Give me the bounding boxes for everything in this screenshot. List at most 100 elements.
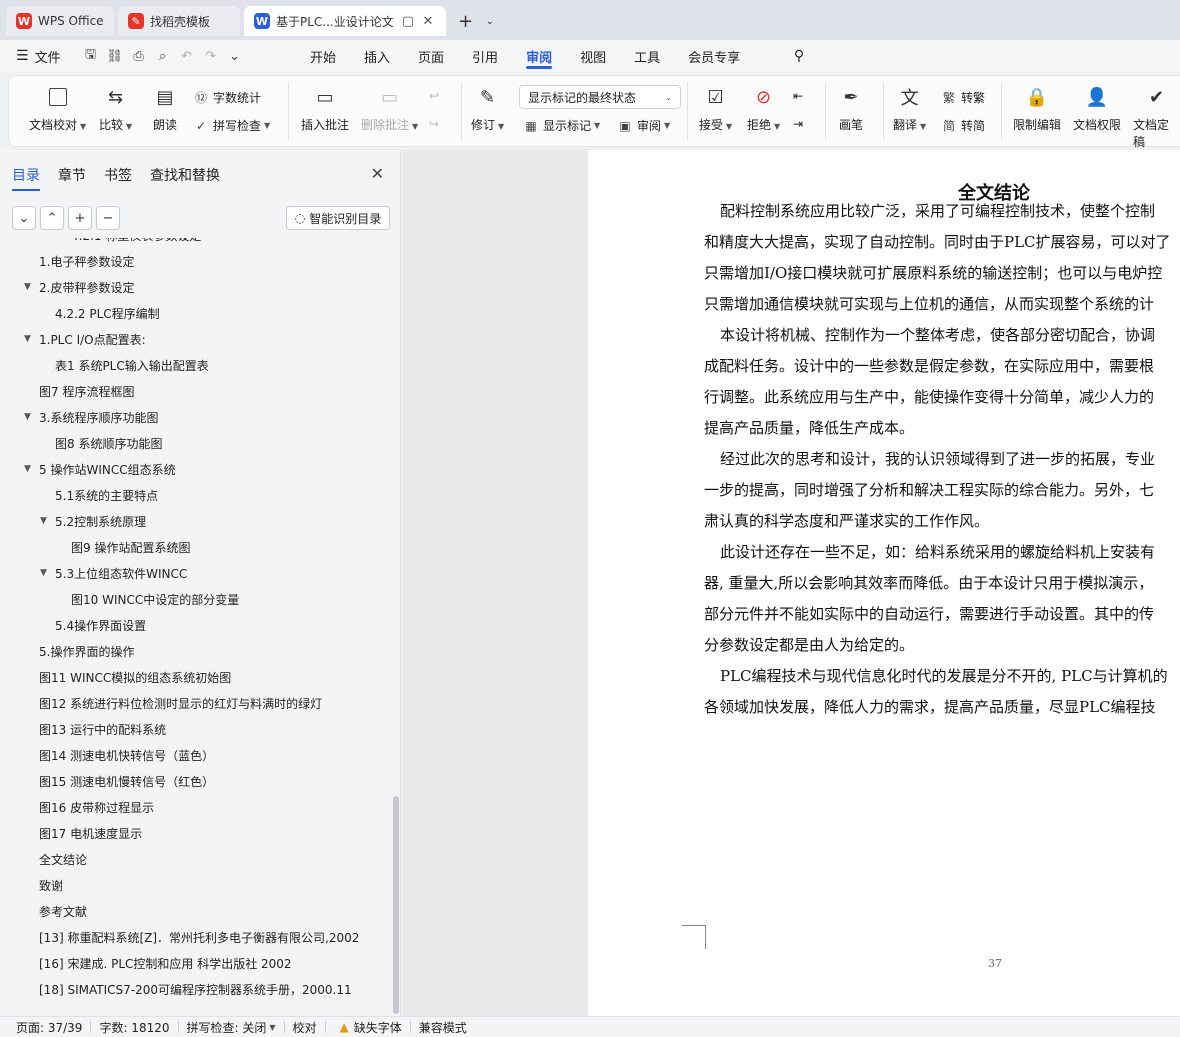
toc-item[interactable]: ▼ 2.皮带秤参数设定	[24, 277, 134, 297]
doc-check-button[interactable]: 文档校对 ▼	[29, 84, 86, 133]
doc-final-button[interactable]: ✔ 文档定稿	[1133, 84, 1180, 150]
document-page[interactable]: 全文结论 配料控制系统应用比较广泛，采用了可编程控制技术，使整个控制 和精度大大提…	[588, 150, 1180, 1016]
toc-item[interactable]: 图13 运行中的配料系统	[39, 719, 166, 739]
missing-font-status[interactable]: ▲ 缺失字体	[326, 1017, 410, 1037]
menu-tab-1[interactable]: 插入	[350, 40, 404, 72]
tab-document[interactable]: W 基于PLC...业设计论文 ▢ ✕	[244, 6, 446, 36]
toc-item[interactable]: 全文结论	[39, 849, 87, 869]
spell-check-button[interactable]: ✓ 拼写检查 ▼	[193, 117, 270, 134]
print-preview-icon[interactable]: ⌕	[151, 44, 175, 68]
toc-item[interactable]: 1.电子秤参数设定	[39, 251, 134, 271]
share-icon[interactable]: ⛓	[103, 44, 127, 68]
panel-tab-3[interactable]: 查找和替换	[150, 165, 220, 185]
toc-item[interactable]: 4.2.1 称重仪表参数设定	[71, 238, 201, 245]
toc-item[interactable]: 图8 系统顺序功能图	[55, 433, 162, 453]
menu-tab-6[interactable]: 工具	[620, 40, 674, 72]
menu-tab-2[interactable]: 页面	[404, 40, 458, 72]
toc-item[interactable]: ▼ 5.3上位组态软件WINCC	[40, 563, 187, 583]
toc-item[interactable]: 图16 皮带称过程显示	[39, 797, 154, 817]
toc-item[interactable]: 图17 电机速度显示	[39, 823, 142, 843]
expand-up-button[interactable]: ⌃	[40, 206, 64, 230]
collapse-all-button[interactable]: ⌄	[12, 206, 36, 230]
panel-tab-2[interactable]: 书签	[104, 165, 132, 185]
to-simplified-button[interactable]: 简 转简	[941, 117, 985, 134]
tab-wps-office[interactable]: W WPS Office	[6, 6, 114, 36]
save-icon[interactable]: 🖫	[79, 44, 103, 68]
new-tab-button[interactable]: + ⌄	[458, 10, 494, 32]
add-heading-button[interactable]: +	[68, 206, 92, 230]
expand-triangle-icon[interactable]: ▼	[24, 282, 31, 292]
toc-item[interactable]: 4.2.2 PLC程序编制	[55, 303, 160, 323]
toc-item[interactable]: ▼ 1.PLC I/O点配置表:	[24, 329, 146, 349]
toc-item[interactable]: 图12 系统进行料位检测时显示的红灯与料满时的绿灯	[39, 693, 322, 713]
compare-button[interactable]: ⇆ 比较 ▼	[99, 84, 132, 133]
expand-triangle-icon[interactable]: ▼	[24, 464, 31, 474]
translate-button[interactable]: 文 翻译 ▼	[893, 84, 926, 133]
close-panel-icon[interactable]: ✕	[371, 164, 384, 183]
toc-item[interactable]: 5.4操作界面设置	[55, 615, 146, 635]
menu-tab-4[interactable]: 审阅	[512, 40, 566, 72]
expand-triangle-icon[interactable]: ▼	[40, 568, 47, 578]
toc-item[interactable]: 图10 WINCC中设定的部分变量	[71, 589, 239, 609]
reject-button[interactable]: ⊘ 拒绝 ▼	[747, 84, 780, 133]
next-change-icon[interactable]: ⇥	[793, 117, 803, 131]
window-icon[interactable]: ▢	[400, 13, 416, 29]
toc-item[interactable]: 图9 操作站配置系统图	[71, 537, 190, 557]
toc-item[interactable]: 图14 测速电机快转信号（蓝色）	[39, 745, 214, 765]
panel-tab-1[interactable]: 章节	[58, 165, 86, 185]
toc-scrollbar[interactable]	[393, 796, 399, 1014]
tab-template[interactable]: ✎ 找稻壳模板	[118, 6, 240, 36]
pen-button[interactable]: ✒ 画笔	[837, 84, 865, 133]
next-comment-icon[interactable]: ↪	[429, 117, 439, 131]
toc-item[interactable]: 图15 测速电机慢转信号（红色）	[39, 771, 214, 791]
expand-triangle-icon[interactable]: ▼	[40, 516, 47, 526]
menu-tab-0[interactable]: 开始	[296, 40, 350, 72]
redo-icon[interactable]: ↷	[199, 44, 223, 68]
toc-item[interactable]: [16] 宋建成. PLC控制和应用 科学出版社 2002	[39, 953, 292, 973]
menu-tab-7[interactable]: 会员专享	[674, 40, 754, 72]
toc-item[interactable]: [18] SIMATICS7-200可编程序控制器系统手册，2000.11	[39, 979, 352, 999]
panel-tab-0[interactable]: 目录	[12, 165, 40, 191]
remove-heading-button[interactable]: −	[96, 206, 120, 230]
toc-item[interactable]: 表1 系统PLC输入输出配置表	[55, 355, 209, 375]
accept-button[interactable]: ☑ 接受 ▼	[699, 84, 732, 133]
show-markup-button[interactable]: ▦ 显示标记 ▼	[523, 117, 600, 134]
read-aloud-button[interactable]: ▤ 朗读	[151, 84, 179, 133]
insert-comment-button[interactable]: ▭ 插入批注	[301, 84, 349, 133]
toc-item[interactable]: 5.1系统的主要特点	[55, 485, 158, 505]
smart-toc-button[interactable]: ◌ 智能识别目录	[286, 206, 390, 230]
toc-item[interactable]: 图7 程序流程框图	[39, 381, 134, 401]
expand-triangle-icon[interactable]: ▼	[24, 334, 31, 344]
proofread-status[interactable]: 校对	[285, 1017, 325, 1037]
spell-check-status[interactable]: 拼写检查: 关闭 ▼	[179, 1017, 284, 1037]
close-tab-icon[interactable]: ✕	[420, 13, 436, 29]
toc-item[interactable]: ▼ 5 操作站WINCC组态系统	[24, 459, 176, 479]
word-count-button[interactable]: ⑫ 字数统计	[193, 89, 261, 106]
expand-triangle-icon[interactable]: ▼	[24, 412, 31, 422]
page-count[interactable]: 页面: 37/39	[0, 1017, 90, 1037]
print-icon[interactable]: ⎙	[127, 44, 151, 68]
restrict-edit-button[interactable]: 🔒 限制编辑	[1013, 84, 1061, 133]
more-chevron-icon[interactable]: ⌄	[223, 44, 247, 68]
undo-icon[interactable]: ↶	[175, 44, 199, 68]
prev-change-icon[interactable]: ⇤	[793, 89, 803, 103]
toc-item[interactable]: ▼ 3.系统程序顺序功能图	[24, 407, 158, 427]
toc-item[interactable]: 参考文献	[39, 901, 87, 921]
toc-item[interactable]: 图11 WINCC模拟的组态系统初始图	[39, 667, 231, 687]
to-traditional-button[interactable]: 繁 转繁	[941, 89, 985, 106]
toc-item[interactable]: 5.操作界面的操作	[39, 641, 134, 661]
delete-comment-button[interactable]: ▭ 删除批注 ▼	[361, 84, 418, 133]
toc-item[interactable]: 致谢	[39, 875, 63, 895]
markup-state-select[interactable]: 显示标记的最终状态 ⌄	[519, 85, 681, 109]
search-icon[interactable]: ⚲	[788, 45, 810, 67]
review-pane-button[interactable]: ▣ 审阅 ▼	[617, 117, 670, 134]
file-menu[interactable]: ☰ 文件	[16, 47, 61, 66]
prev-comment-icon[interactable]: ↩	[429, 89, 439, 103]
menu-tab-5[interactable]: 视图	[566, 40, 620, 72]
menu-tab-3[interactable]: 引用	[458, 40, 512, 72]
word-count[interactable]: 字数: 18120	[91, 1017, 177, 1037]
toc-item[interactable]: ▼ 5.2控制系统原理	[40, 511, 146, 531]
revise-button[interactable]: ✎ 修订 ▼	[471, 84, 504, 133]
toc-item[interactable]: [13] 称重配料系统[Z]．常州托利多电子衡器有限公司,2002	[39, 927, 359, 947]
doc-permission-button[interactable]: 👤 文档权限	[1073, 84, 1121, 133]
